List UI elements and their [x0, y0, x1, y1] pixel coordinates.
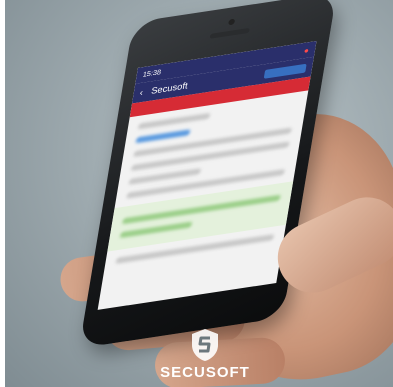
header-blurred-block: [263, 63, 307, 79]
blurred-text: [137, 112, 211, 130]
speaker-grille: [209, 27, 250, 39]
blurred-text: [119, 221, 193, 239]
blurred-text: [130, 141, 290, 172]
status-time: 15:38: [142, 68, 162, 79]
brand-name: SECUSOFT: [160, 364, 250, 381]
chevron-left-icon[interactable]: ‹: [139, 87, 144, 97]
blurred-button: [135, 129, 191, 144]
camera-icon: [228, 18, 236, 26]
bell-icon[interactable]: ●: [303, 45, 310, 55]
blurred-text: [121, 194, 281, 225]
app-title: Secusoft: [150, 80, 189, 96]
shield-s-logo: [192, 329, 218, 361]
brand-logo: SECUSOFT: [150, 328, 260, 387]
